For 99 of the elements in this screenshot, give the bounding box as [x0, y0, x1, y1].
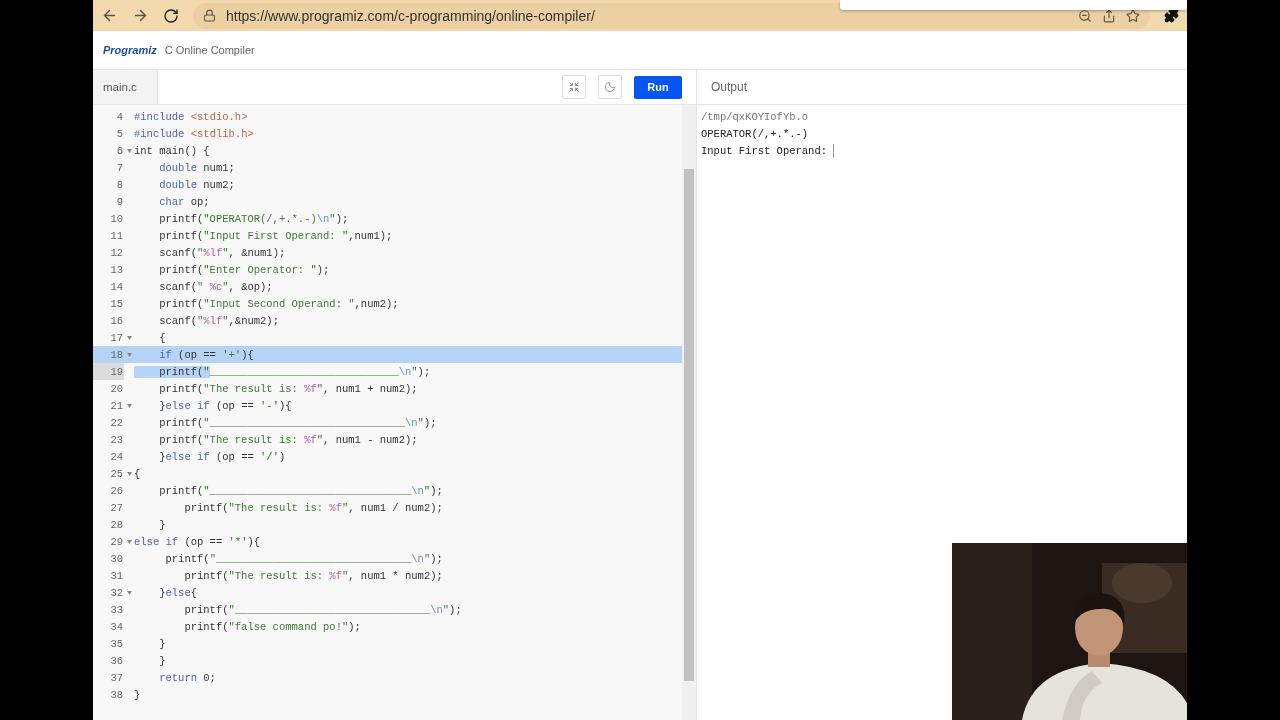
- code-line: printf("_______________________________\n");: [158, 416, 437, 429]
- line-number: 30: [109, 551, 124, 567]
- code-line: #include <stdlib.h>: [134, 127, 254, 140]
- scrollbar[interactable]: [682, 105, 696, 720]
- line-number: 34: [109, 619, 124, 635]
- line-number: 33: [109, 602, 124, 618]
- code-line: printf("Input First Operand: ",num1);: [158, 229, 393, 242]
- code-line: printf("________________________________\n");: [158, 484, 443, 497]
- text-cursor: [833, 143, 835, 158]
- code-line: printf("The result is: %f", num1 - num2);: [158, 433, 418, 446]
- line-number: 36: [109, 653, 124, 669]
- code-line: char op;: [158, 195, 210, 208]
- line-number: 14: [109, 279, 124, 295]
- code-line: {: [134, 467, 141, 480]
- line-number: 10: [109, 211, 124, 227]
- fold-icon[interactable]: [126, 403, 132, 408]
- share-icon[interactable]: [1102, 8, 1116, 23]
- forward-icon[interactable]: [132, 7, 149, 24]
- line-number: 7: [115, 160, 124, 176]
- line-number: 27: [109, 500, 124, 516]
- line-number: 35: [109, 636, 124, 652]
- line-number: 22: [109, 415, 124, 431]
- collapse-button[interactable]: [562, 75, 586, 99]
- code-line: int main() {: [134, 144, 210, 157]
- output-line: OPERATOR(/,+.*.-): [701, 127, 809, 140]
- shrink-icon: [568, 81, 580, 93]
- output-title: Output: [711, 80, 748, 94]
- code-line: }: [134, 688, 141, 701]
- fold-icon[interactable]: [126, 471, 132, 476]
- line-number: 23: [109, 432, 124, 448]
- code-line: #include <stdio.h>: [134, 110, 248, 123]
- line-number: 5: [115, 126, 124, 142]
- line-number: 29: [109, 534, 124, 550]
- line-number: 6: [115, 143, 124, 159]
- reload-icon[interactable]: [163, 7, 179, 24]
- code-line: return 0;: [158, 671, 216, 684]
- output-line: /tmp/qxKOYIofYb.o: [701, 110, 809, 123]
- zoom-icon[interactable]: [1078, 8, 1092, 23]
- line-number: 4: [115, 109, 124, 125]
- line-number: 20: [109, 381, 124, 397]
- address-bar[interactable]: https://www.programiz.com/c-programming/online-compiler/: [193, 2, 1150, 29]
- code-line: }: [158, 637, 166, 650]
- code-line: {: [158, 331, 166, 344]
- code-line: printf("_______________________________\n");: [164, 552, 443, 565]
- run-button[interactable]: Run: [634, 75, 682, 99]
- code-line: scanf(" %c", &op);: [158, 280, 273, 293]
- code-line: else if (op == '*'){: [134, 535, 261, 548]
- line-number: 19: [93, 363, 124, 380]
- logo[interactable]: Programiz: [103, 44, 157, 56]
- site-title: C Online Compiler: [164, 44, 255, 56]
- code-line: }: [158, 518, 166, 531]
- moon-icon: [604, 81, 616, 93]
- code-line: printf("The result is: %f", num1 + num2);: [158, 382, 418, 395]
- code-line: printf("OPERATOR(/,+.*.-)\n");: [158, 212, 349, 225]
- line-number: 32: [109, 585, 124, 601]
- theme-button[interactable]: [598, 75, 622, 99]
- code-line: }else{: [158, 586, 198, 599]
- code-line: scanf("%lf", &num1);: [158, 246, 286, 259]
- fold-icon[interactable]: [126, 539, 132, 544]
- line-number: 38: [109, 687, 124, 703]
- code-line: }else if (op == '/'): [158, 450, 286, 463]
- code-line: printf("false command po!");: [183, 620, 361, 633]
- code-line: printf("The result is: %f", num1 * num2);: [183, 569, 443, 582]
- line-number: 9: [115, 194, 124, 210]
- line-number: 26: [109, 483, 124, 499]
- code-line: if (op == '+'){: [158, 348, 254, 361]
- code-line: scanf("%lf",&num2);: [158, 314, 279, 327]
- code-line: double num1;: [158, 161, 235, 174]
- lock-icon: [203, 9, 216, 22]
- line-number: 28: [109, 517, 124, 533]
- line-number: 25: [109, 466, 124, 482]
- output-line: Input First Operand:: [701, 144, 828, 157]
- line-number: 8: [115, 177, 124, 193]
- line-number: 15: [109, 296, 124, 312]
- star-icon[interactable]: [1126, 8, 1140, 23]
- fold-icon[interactable]: [126, 590, 132, 595]
- file-tab[interactable]: main.c: [93, 70, 158, 104]
- line-number: 11: [109, 228, 124, 244]
- code-line: }: [158, 654, 166, 667]
- code-line: printf("Input Second Operand: ",num2);: [158, 297, 399, 310]
- code-line: printf("Enter Operator: ");: [158, 263, 330, 276]
- url-text: https://www.programiz.com/c-programming/online-compiler/: [226, 7, 595, 24]
- line-number: 18: [109, 347, 124, 363]
- line-number: 37: [109, 670, 124, 686]
- fold-icon[interactable]: [126, 148, 132, 153]
- code-line: }else if (op == '-'){: [158, 399, 292, 412]
- line-number: 16: [109, 313, 124, 329]
- line-number: 17: [109, 330, 124, 346]
- line-number: 31: [109, 568, 124, 584]
- code-line: printf("The result is: %f", num1 / num2);: [183, 501, 443, 514]
- fold-icon[interactable]: [126, 335, 132, 340]
- line-number: 13: [109, 262, 124, 278]
- line-number: 24: [109, 449, 124, 465]
- fold-icon[interactable]: [126, 352, 132, 357]
- back-icon[interactable]: [101, 7, 118, 24]
- code-line: printf("_______________________________\n");: [183, 603, 462, 616]
- line-number: 21: [109, 398, 124, 414]
- line-number: 12: [109, 245, 124, 261]
- code-line: double num2;: [158, 178, 235, 191]
